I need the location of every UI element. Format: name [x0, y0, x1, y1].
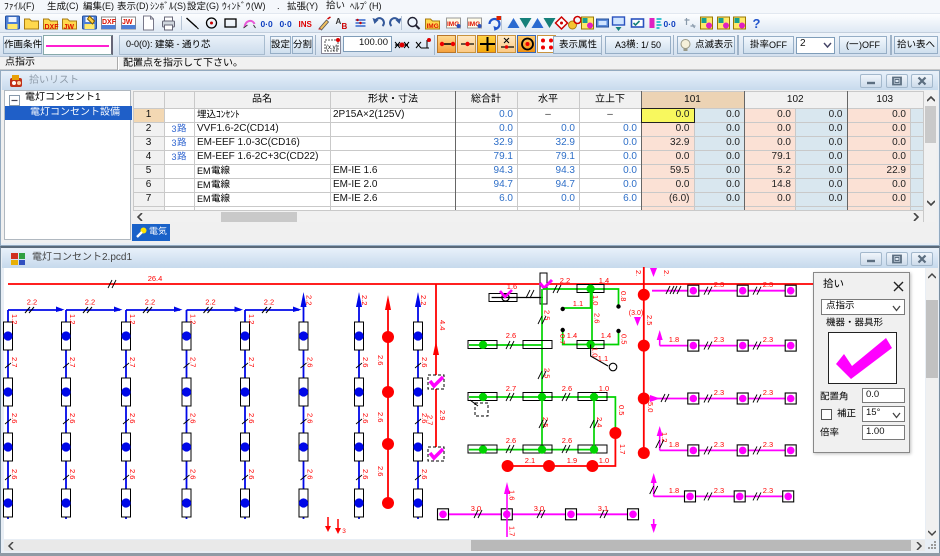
svg-text:2.7: 2.7: [506, 384, 516, 393]
svg-text:2.9: 2.9: [438, 410, 447, 420]
svg-text:1.8: 1.8: [669, 486, 679, 495]
svg-text:2.3: 2.3: [714, 280, 724, 289]
svg-text:2.3: 2.3: [714, 440, 724, 449]
svg-text:1.7: 1.7: [618, 444, 627, 454]
svg-text:2.6: 2.6: [506, 436, 516, 445]
svg-text:?: ?: [753, 16, 761, 31]
svg-text:1.0: 1.0: [599, 456, 609, 465]
svg-text:1.1: 1.1: [598, 354, 608, 363]
svg-text:2.3: 2.3: [763, 440, 773, 449]
svg-text:B: B: [342, 22, 348, 31]
svg-text:(3.0): (3.0): [629, 310, 643, 317]
svg-text:1.7: 1.7: [508, 526, 517, 536]
svg-text:1.4: 1.4: [567, 331, 577, 340]
svg-text:2.4: 2.4: [595, 417, 604, 427]
svg-text:0.5: 0.5: [617, 405, 626, 415]
svg-text:DXF: DXF: [45, 24, 60, 31]
svg-text:1.6: 1.6: [508, 490, 517, 500]
svg-text:JW: JW: [64, 24, 75, 31]
svg-text:1.8: 1.8: [669, 335, 679, 344]
svg-text:2.3: 2.3: [714, 388, 724, 397]
svg-text:4.4: 4.4: [438, 320, 447, 330]
svg-text:2.3: 2.3: [714, 335, 724, 344]
svg-text:5.0: 5.0: [646, 402, 655, 412]
svg-text:26.4: 26.4: [148, 274, 163, 283]
svg-text:3.0: 3.0: [534, 504, 544, 513]
svg-text:1.6: 1.6: [507, 282, 517, 291]
svg-text:JW: JW: [122, 19, 133, 26]
svg-text:1.0: 1.0: [599, 384, 609, 393]
svg-text:IMG: IMG: [427, 23, 439, 30]
svg-text:1.1: 1.1: [573, 299, 583, 308]
svg-text:2.: 2.: [634, 270, 643, 276]
svg-text:2.3: 2.3: [763, 335, 773, 344]
svg-text:1.4: 1.4: [601, 331, 611, 340]
svg-text:2.6: 2.6: [506, 331, 516, 340]
svg-text:2.6: 2.6: [376, 466, 385, 476]
svg-text:3.0: 3.0: [471, 504, 481, 513]
svg-text:2.5: 2.5: [543, 368, 552, 378]
svg-text:1.2: 1.2: [660, 432, 669, 442]
svg-text:1.9: 1.9: [567, 456, 577, 465]
svg-text:DXF: DXF: [102, 19, 117, 26]
svg-text:2.3: 2.3: [763, 388, 773, 397]
svg-text:2.6: 2.6: [593, 313, 602, 323]
svg-text:1.4: 1.4: [599, 276, 609, 285]
svg-text:1.8: 1.8: [669, 440, 679, 449]
svg-text:2.3: 2.3: [763, 486, 773, 495]
svg-text:0.5: 0.5: [620, 334, 629, 344]
svg-text:0·0: 0·0: [664, 19, 677, 29]
svg-text:2.2: 2.2: [560, 276, 570, 285]
svg-text:2.1: 2.1: [525, 456, 535, 465]
svg-text:2.5: 2.5: [543, 310, 552, 320]
svg-text:0.8: 0.8: [619, 291, 628, 301]
svg-text:2.6: 2.6: [376, 355, 385, 365]
svg-text:(x,y): (x,y): [326, 45, 338, 51]
svg-text:2.5: 2.5: [645, 315, 654, 325]
svg-text:2.: 2.: [662, 270, 671, 276]
svg-text:0·0: 0·0: [261, 19, 274, 29]
svg-text:2.3: 2.3: [714, 486, 724, 495]
svg-text:2.6: 2.6: [562, 436, 572, 445]
svg-text:3: 3: [342, 528, 346, 535]
svg-text:INS: INS: [299, 20, 313, 29]
svg-text:2.6: 2.6: [562, 384, 572, 393]
svg-text:2.7: 2.7: [426, 415, 435, 425]
svg-text:3.1: 3.1: [598, 504, 608, 513]
svg-text:2.6: 2.6: [376, 412, 385, 422]
svg-text:0.7: 0.7: [558, 334, 567, 344]
svg-text:0·0: 0·0: [280, 19, 293, 29]
svg-text:2.3: 2.3: [763, 280, 773, 289]
